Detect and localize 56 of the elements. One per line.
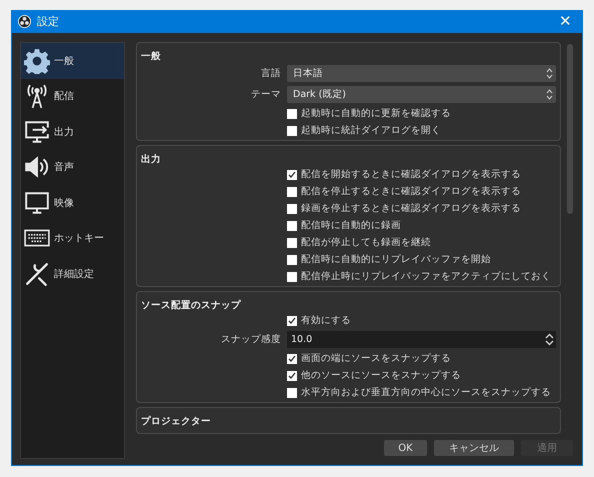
checkbox[interactable] [287,272,297,282]
checkbox[interactable] [287,354,297,364]
sidebar-item[interactable]: 配信 [21,78,124,114]
checkbox-label: 配信を開始するときに確認ダイアログを表示する [301,168,521,181]
speaker-icon [24,154,50,180]
checkbox-label: 配信が停止しても録画を継続 [301,236,431,249]
field-label: スナップ感度 [221,333,281,346]
checkbox[interactable] [287,108,297,118]
sidebar-item[interactable]: ホットキー [21,220,124,256]
dropdown[interactable]: 日本語 [287,65,556,82]
updown-arrow-icon [545,67,554,80]
app-logo-icon [18,15,31,28]
group-title: 一般 [141,50,161,63]
checkbox[interactable] [287,238,297,248]
window-title: 設定 [37,14,60,29]
checkbox[interactable] [287,316,297,326]
checkbox-label: 水平方向および垂直方向の中心にソースをスナップする [301,386,551,399]
sidebar-item[interactable]: 詳細設定 [21,256,124,292]
checkbox[interactable] [287,204,297,214]
group-title: ソース配置のスナップ [141,299,241,312]
checkbox-label: 配信時に自動的に録画 [301,219,401,232]
checkbox-label: 有効にする [301,314,351,327]
spin-arrows-icon [545,333,554,346]
sidebar-item[interactable]: 出力 [21,114,124,150]
checkbox[interactable] [287,370,297,380]
checkbox[interactable] [287,126,297,136]
checkbox-label: 配信時に自動的にリプレイバッファを開始 [301,253,491,266]
checkbox[interactable] [287,388,297,398]
checkbox-label: 起動時に自動的に更新を確認する [301,107,451,120]
sidebar-item[interactable]: 一般 [21,43,124,78]
checkbox[interactable] [287,220,297,230]
field-label: テーマ [251,88,281,101]
checkbox-label: 配信停止時にリプレイバッファをアクティブにしておく [301,270,551,283]
updown-arrow-icon [545,88,554,101]
checkbox-label: 録画を停止するときに確認ダイアログを表示する [301,202,521,215]
field-label: 言語 [261,67,281,80]
dialog-button[interactable]: キャンセル [434,440,514,456]
checkbox-label: 起動時に統計ダイアログを開く [301,124,441,137]
settings-icon [24,48,50,74]
monitor-icon [24,190,50,216]
group-title: プロジェクター [141,415,211,428]
checkbox[interactable] [287,186,297,196]
dialog-button[interactable]: OK [384,440,427,456]
checkbox[interactable] [287,254,297,264]
checkbox-label: 画面の端にソースをスナップする [301,352,451,365]
group-title: 出力 [141,153,161,166]
checkbox-label: 配信を停止するときに確認ダイアログを表示する [301,185,521,198]
tools-icon [24,260,50,287]
checkbox[interactable] [287,170,297,180]
sidebar-item[interactable]: 音声 [21,150,124,185]
sidebar-item[interactable]: 映像 [21,185,124,220]
number-field[interactable]: 10.0 [287,331,556,348]
monitor-arrow-icon [24,118,50,145]
dropdown[interactable]: Dark (既定) [287,86,556,103]
checkbox-label: 他のソースにソースをスナップする [301,369,461,382]
close-button[interactable]: ✕ [555,14,576,29]
